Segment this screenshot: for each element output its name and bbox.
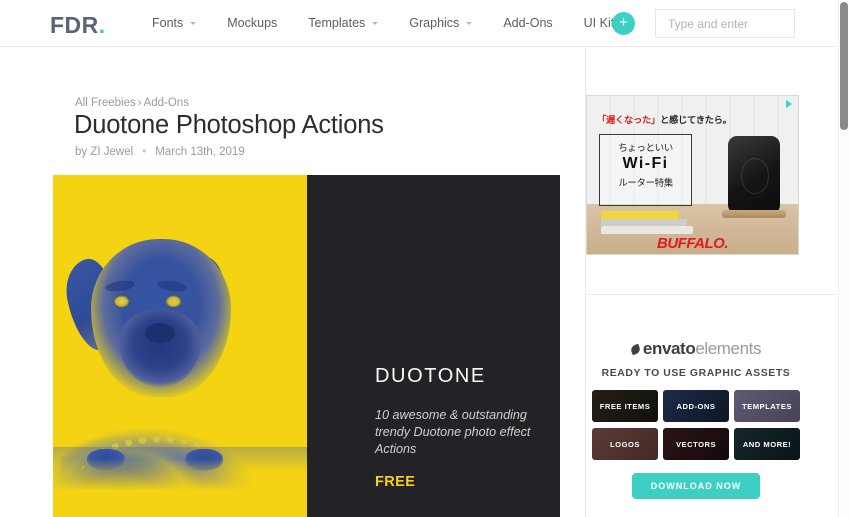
site-header: FDR. Fonts Mockups Templates Graphics Ad…	[0, 0, 838, 47]
chevron-down-icon	[466, 21, 473, 25]
dog-eye-left	[113, 295, 130, 308]
main-content: All Freebies › Add-Ons Duotone Photoshop A…	[0, 47, 585, 517]
sidebar-divider	[586, 294, 839, 295]
nav-item-fonts[interactable]: Fonts	[152, 16, 197, 30]
envato-tile-add-ons[interactable]: ADD-ONS	[663, 390, 729, 422]
envato-subtitle: READY TO USE GRAPHIC ASSETS	[601, 368, 791, 379]
chevron-down-icon	[190, 21, 197, 25]
byline-prefix: by	[75, 146, 88, 158]
envato-tile-and-more[interactable]: AND MORE!	[734, 428, 800, 460]
right-sidebar: 「遅くなった」と感じてきたら。 ちょっといい Wi-Fi ルーター特集 BUFF…	[585, 47, 839, 517]
ad-book-2	[601, 219, 687, 226]
nav-item-graphics[interactable]: Graphics	[409, 16, 473, 30]
dog-eye-right	[165, 295, 182, 308]
envato-logo-light: elements	[695, 339, 762, 358]
nav-label: Fonts	[152, 16, 184, 30]
envato-logo-bold: envato	[642, 339, 696, 358]
logo-text: FDR	[50, 12, 99, 38]
nav-label: Mockups	[227, 16, 278, 30]
ad-box-line1: ちょっといい	[618, 143, 673, 154]
nav-item-templates[interactable]: Templates	[308, 16, 379, 30]
chevron-down-icon	[372, 21, 379, 25]
ad-router-product-image	[728, 136, 780, 214]
page-scrollbar-track[interactable]	[838, 0, 850, 517]
page-scrollbar-thumb[interactable]	[840, 2, 848, 130]
envato-tile-vectors[interactable]: VECTORS	[663, 428, 729, 460]
adchoices-icon[interactable]	[782, 98, 796, 110]
dog-ground	[53, 459, 307, 517]
ad-book-3	[601, 211, 679, 219]
main-nav: Fonts Mockups Templates Graphics Add-Ons…	[152, 16, 651, 30]
ad-box-line2: Wi-Fi	[622, 155, 669, 172]
duotone-dog-illustration	[53, 197, 307, 517]
dog-nose	[145, 323, 175, 343]
nav-label: Graphics	[409, 16, 460, 30]
search-box[interactable]	[655, 9, 795, 38]
page-title: Duotone Photoshop Actions	[74, 111, 384, 139]
nav-item-mockups[interactable]: Mockups	[227, 16, 277, 30]
hero-duotone-photo	[53, 175, 307, 517]
envato-logo: envato elements	[586, 339, 806, 359]
envato-tile-logos[interactable]: LOGOS	[592, 428, 658, 460]
site-logo[interactable]: FDR.	[50, 12, 106, 39]
ad-books-prop	[601, 206, 693, 234]
ad-headline-rest: と感じてきたら。	[659, 115, 732, 125]
ad-book-1	[601, 226, 693, 234]
byline-separator: •	[142, 146, 147, 158]
add-plus-button[interactable]: +	[612, 12, 635, 35]
article-byline: by ZI Jewel • March 13th, 2019	[75, 146, 245, 158]
ad-router-stand	[722, 210, 786, 218]
envato-tile-grid: FREE ITEMS ADD-ONS TEMPLATES LOGOS VECTO…	[586, 390, 806, 460]
hero-description: 10 awesome & outstanding trendy Duotone …	[375, 408, 531, 456]
ad-box-line3: ルーター特集	[618, 178, 673, 189]
breadcrumb: All Freebies › Add-Ons	[75, 97, 189, 109]
hero-free-badge: FREE	[375, 474, 416, 490]
envato-leaf-icon	[629, 343, 642, 355]
nav-label: Templates	[308, 16, 366, 30]
hero-text-panel: DUOTONE 10 awesome & outstanding trendy …	[307, 175, 560, 517]
ad-headline: 「遅くなった」と感じてきたら。	[597, 112, 732, 126]
hero-heading: DUOTONE	[375, 365, 486, 387]
ad-headline-red: 「遅くなった」	[597, 115, 660, 125]
ad-brand-logo: BUFFALO.	[657, 235, 729, 252]
ad-text-box: ちょっといい Wi-Fi ルーター特集	[599, 134, 692, 206]
download-now-button[interactable]: DOWNLOAD NOW	[632, 473, 760, 499]
byline-author[interactable]: ZI Jewel	[90, 146, 133, 158]
envato-elements-widget: envato elements READY TO USE GRAPHIC ASSE…	[586, 339, 806, 499]
hero-preview-image[interactable]: DUOTONE 10 awesome & outstanding trendy …	[53, 175, 560, 517]
search-input[interactable]	[656, 10, 794, 37]
envato-tile-templates[interactable]: TEMPLATES	[734, 390, 800, 422]
adchoices-triangle-icon	[786, 100, 792, 108]
nav-item-add-ons[interactable]: Add-Ons	[503, 16, 552, 30]
breadcrumb-current-link[interactable]: Add-Ons	[144, 97, 189, 109]
logo-dot: .	[98, 12, 106, 38]
page-root: FDR. Fonts Mockups Templates Graphics Ad…	[0, 0, 850, 517]
breadcrumb-separator: ›	[137, 97, 142, 109]
breadcrumb-root-link[interactable]: All Freebies	[75, 97, 136, 109]
byline-date: March 13th, 2019	[155, 146, 245, 158]
advertisement-banner[interactable]: 「遅くなった」と感じてきたら。 ちょっといい Wi-Fi ルーター特集 BUFF…	[586, 95, 799, 255]
nav-label: Add-Ons	[503, 16, 553, 30]
envato-tile-free-items[interactable]: FREE ITEMS	[592, 390, 658, 422]
